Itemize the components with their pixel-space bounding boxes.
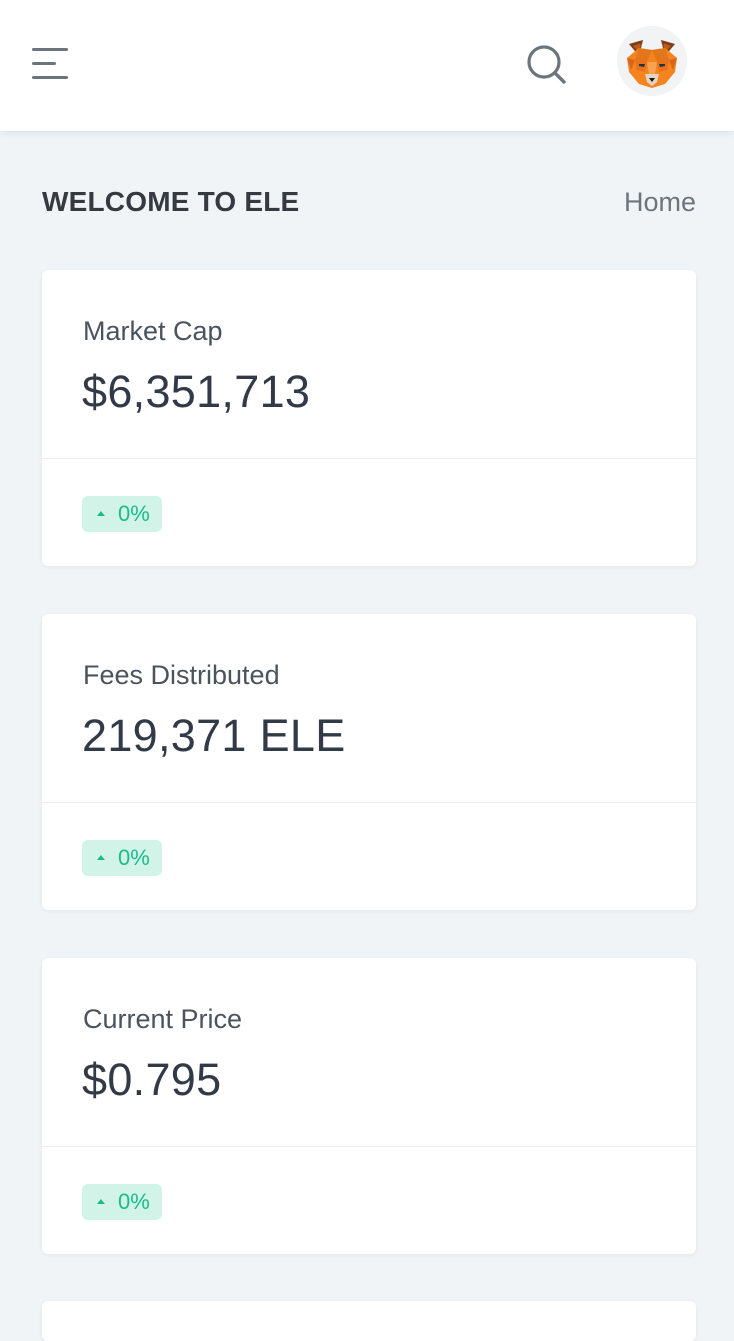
menu-line bbox=[32, 62, 56, 65]
change-badge: 0% bbox=[82, 840, 162, 876]
card-divider bbox=[42, 458, 696, 459]
caret-up-icon bbox=[97, 1199, 105, 1204]
caret-up-icon bbox=[97, 511, 105, 516]
stat-label: Current Price bbox=[83, 1004, 243, 1034]
stat-card-partial bbox=[42, 1301, 696, 1341]
card-divider bbox=[42, 802, 696, 803]
search-icon[interactable] bbox=[524, 42, 568, 86]
stat-value: $0.795 bbox=[82, 1054, 222, 1105]
stat-card-market-cap: Market Cap $6,351,713 0% bbox=[42, 270, 696, 566]
stat-value: 219,371 ELE bbox=[82, 710, 346, 761]
stat-card-fees-distributed: Fees Distributed 219,371 ELE 0% bbox=[42, 614, 696, 910]
change-percent: 0% bbox=[118, 1189, 150, 1214]
page-title: WELCOME TO ELE bbox=[42, 186, 300, 217]
stat-card-current-price: Current Price $0.795 0% bbox=[42, 958, 696, 1254]
metamask-fox-icon[interactable] bbox=[617, 26, 687, 96]
stat-value: $6,351,713 bbox=[82, 366, 311, 417]
hamburger-menu-icon[interactable] bbox=[30, 46, 70, 82]
stat-label: Fees Distributed bbox=[83, 660, 280, 690]
change-badge: 0% bbox=[82, 1184, 162, 1220]
top-bar bbox=[0, 0, 734, 131]
breadcrumb-home[interactable]: Home bbox=[624, 182, 696, 222]
menu-line bbox=[32, 76, 68, 79]
change-badge: 0% bbox=[82, 496, 162, 532]
stat-label: Market Cap bbox=[83, 316, 223, 346]
change-percent: 0% bbox=[118, 501, 150, 526]
change-percent: 0% bbox=[118, 845, 150, 870]
caret-up-icon bbox=[97, 855, 105, 860]
page-header: WELCOME TO ELE Home bbox=[42, 182, 696, 222]
menu-line bbox=[32, 48, 68, 51]
card-divider bbox=[42, 1146, 696, 1147]
